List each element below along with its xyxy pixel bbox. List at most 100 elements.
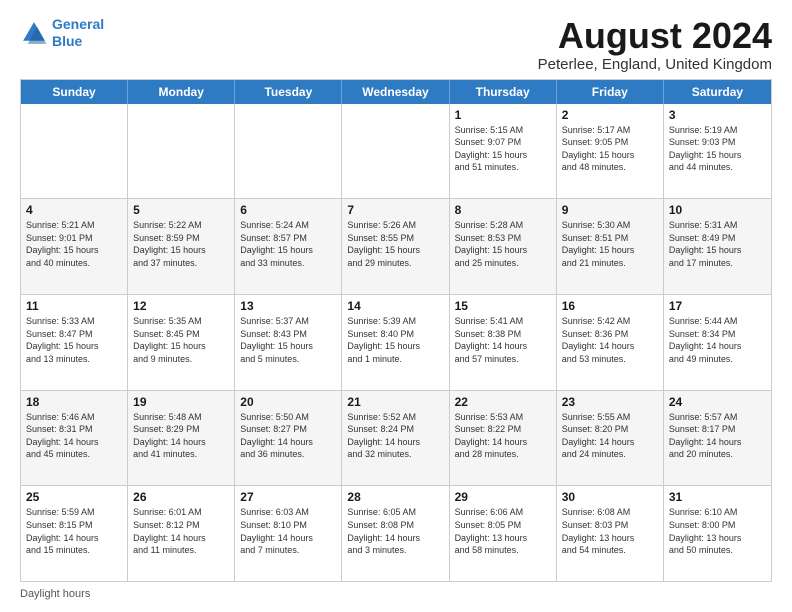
cal-cell — [21, 104, 128, 199]
cell-info: Sunrise: 5:35 AM Sunset: 8:45 PM Dayligh… — [133, 315, 229, 365]
cell-info: Sunrise: 5:19 AM Sunset: 9:03 PM Dayligh… — [669, 124, 766, 174]
cell-info: Sunrise: 5:26 AM Sunset: 8:55 PM Dayligh… — [347, 219, 443, 269]
day-number: 29 — [455, 490, 551, 504]
cal-cell: 19 Sunrise: 5:48 AM Sunset: 8:29 PM Dayli… — [128, 391, 235, 486]
cal-cell: 5 Sunrise: 5:22 AM Sunset: 8:59 PM Daylig… — [128, 199, 235, 294]
footer-label: Daylight hours — [20, 588, 90, 600]
cal-cell: 9Sunrise: 5:30 AM Sunset: 8:51 PM Daylig… — [557, 199, 664, 294]
logo-text: General Blue — [52, 16, 104, 50]
week-row-2: 4Sunrise: 5:21 AM Sunset: 9:01 PM Daylig… — [21, 199, 771, 295]
logo: General Blue — [20, 16, 104, 50]
cell-info: Sunrise: 5:42 AM Sunset: 8:36 PM Dayligh… — [562, 315, 658, 365]
cal-cell: 31Sunrise: 6:10 AM Sunset: 8:00 PM Dayli… — [664, 486, 771, 581]
day-number: 26 — [133, 490, 229, 504]
header-day-friday: Friday — [557, 80, 664, 104]
cal-cell: 8 Sunrise: 5:28 AM Sunset: 8:53 PM Daylig… — [450, 199, 557, 294]
header-day-thursday: Thursday — [450, 80, 557, 104]
week-row-4: 18Sunrise: 5:46 AM Sunset: 8:31 PM Dayli… — [21, 391, 771, 487]
cell-info: Sunrise: 5:57 AM Sunset: 8:17 PM Dayligh… — [669, 411, 766, 461]
header-day-wednesday: Wednesday — [342, 80, 449, 104]
day-number: 31 — [669, 490, 766, 504]
day-number: 1 — [455, 108, 551, 122]
day-number: 17 — [669, 299, 766, 313]
day-number: 16 — [562, 299, 658, 313]
week-row-1: 1 Sunrise: 5:15 AM Sunset: 9:07 PM Daylig… — [21, 104, 771, 200]
cell-info: Sunrise: 5:52 AM Sunset: 8:24 PM Dayligh… — [347, 411, 443, 461]
cal-cell: 13 Sunrise: 5:37 AM Sunset: 8:43 PM Dayli… — [235, 295, 342, 390]
cal-cell: 14Sunrise: 5:39 AM Sunset: 8:40 PM Dayli… — [342, 295, 449, 390]
week-row-5: 25Sunrise: 5:59 AM Sunset: 8:15 PM Dayli… — [21, 486, 771, 581]
cell-info: Sunrise: 5:55 AM Sunset: 8:20 PM Dayligh… — [562, 411, 658, 461]
cal-cell: 2 Sunrise: 5:17 AM Sunset: 9:05 PM Daylig… — [557, 104, 664, 199]
day-number: 7 — [347, 203, 443, 217]
cal-cell: 11 Sunrise: 5:33 AM Sunset: 8:47 PM Dayli… — [21, 295, 128, 390]
cell-info: Sunrise: 5:28 AM Sunset: 8:53 PM Dayligh… — [455, 219, 551, 269]
day-number: 15 — [455, 299, 551, 313]
cal-cell: 3 Sunrise: 5:19 AM Sunset: 9:03 PM Daylig… — [664, 104, 771, 199]
cal-cell: 7 Sunrise: 5:26 AM Sunset: 8:55 PM Daylig… — [342, 199, 449, 294]
day-number: 3 — [669, 108, 766, 122]
cell-info: Sunrise: 5:46 AM Sunset: 8:31 PM Dayligh… — [26, 411, 122, 461]
cell-info: Sunrise: 6:05 AM Sunset: 8:08 PM Dayligh… — [347, 506, 443, 556]
day-number: 11 — [26, 299, 122, 313]
day-number: 8 — [455, 203, 551, 217]
day-number: 5 — [133, 203, 229, 217]
cell-info: Sunrise: 6:08 AM Sunset: 8:03 PM Dayligh… — [562, 506, 658, 556]
cell-info: Sunrise: 6:03 AM Sunset: 8:10 PM Dayligh… — [240, 506, 336, 556]
week-row-3: 11 Sunrise: 5:33 AM Sunset: 8:47 PM Dayli… — [21, 295, 771, 391]
cell-info: Sunrise: 5:41 AM Sunset: 8:38 PM Dayligh… — [455, 315, 551, 365]
cal-cell: 26 Sunrise: 6:01 AM Sunset: 8:12 PM Dayli… — [128, 486, 235, 581]
cell-info: Sunrise: 5:48 AM Sunset: 8:29 PM Dayligh… — [133, 411, 229, 461]
cell-info: Sunrise: 5:22 AM Sunset: 8:59 PM Dayligh… — [133, 219, 229, 269]
day-number: 10 — [669, 203, 766, 217]
header-day-tuesday: Tuesday — [235, 80, 342, 104]
cell-info: Sunrise: 5:17 AM Sunset: 9:05 PM Dayligh… — [562, 124, 658, 174]
cell-info: Sunrise: 5:33 AM Sunset: 8:47 PM Dayligh… — [26, 315, 122, 365]
cal-cell: 20 Sunrise: 5:50 AM Sunset: 8:27 PM Dayli… — [235, 391, 342, 486]
cell-info: Sunrise: 5:37 AM Sunset: 8:43 PM Dayligh… — [240, 315, 336, 365]
cell-info: Sunrise: 6:01 AM Sunset: 8:12 PM Dayligh… — [133, 506, 229, 556]
cal-cell: 15 Sunrise: 5:41 AM Sunset: 8:38 PM Dayli… — [450, 295, 557, 390]
cal-cell: 30Sunrise: 6:08 AM Sunset: 8:03 PM Dayli… — [557, 486, 664, 581]
cell-info: Sunrise: 5:31 AM Sunset: 8:49 PM Dayligh… — [669, 219, 766, 269]
header-day-monday: Monday — [128, 80, 235, 104]
cell-info: Sunrise: 6:06 AM Sunset: 8:05 PM Dayligh… — [455, 506, 551, 556]
cell-info: Sunrise: 5:44 AM Sunset: 8:34 PM Dayligh… — [669, 315, 766, 365]
cal-cell: 10 Sunrise: 5:31 AM Sunset: 8:49 PM Dayli… — [664, 199, 771, 294]
day-number: 27 — [240, 490, 336, 504]
cal-cell — [235, 104, 342, 199]
day-number: 9 — [562, 203, 658, 217]
cal-cell — [342, 104, 449, 199]
title-block: August 2024 Peterlee, England, United Ki… — [538, 16, 772, 73]
day-number: 28 — [347, 490, 443, 504]
cal-cell — [128, 104, 235, 199]
day-number: 25 — [26, 490, 122, 504]
day-number: 12 — [133, 299, 229, 313]
header: General Blue August 2024 Peterlee, Engla… — [20, 16, 772, 73]
cell-info: Sunrise: 5:53 AM Sunset: 8:22 PM Dayligh… — [455, 411, 551, 461]
day-number: 19 — [133, 395, 229, 409]
cal-cell: 18Sunrise: 5:46 AM Sunset: 8:31 PM Dayli… — [21, 391, 128, 486]
cal-cell: 21 Sunrise: 5:52 AM Sunset: 8:24 PM Dayli… — [342, 391, 449, 486]
cal-cell: 29 Sunrise: 6:06 AM Sunset: 8:05 PM Dayli… — [450, 486, 557, 581]
day-number: 21 — [347, 395, 443, 409]
day-number: 2 — [562, 108, 658, 122]
month-title: August 2024 — [538, 16, 772, 56]
cell-info: Sunrise: 5:15 AM Sunset: 9:07 PM Dayligh… — [455, 124, 551, 174]
page: General Blue August 2024 Peterlee, Engla… — [0, 0, 792, 612]
cell-info: Sunrise: 5:24 AM Sunset: 8:57 PM Dayligh… — [240, 219, 336, 269]
cell-info: Sunrise: 5:21 AM Sunset: 9:01 PM Dayligh… — [26, 219, 122, 269]
cal-cell: 1 Sunrise: 5:15 AM Sunset: 9:07 PM Daylig… — [450, 104, 557, 199]
calendar-header: SundayMondayTuesdayWednesdayThursdayFrid… — [21, 80, 771, 104]
cell-info: Sunrise: 5:50 AM Sunset: 8:27 PM Dayligh… — [240, 411, 336, 461]
day-number: 20 — [240, 395, 336, 409]
day-number: 23 — [562, 395, 658, 409]
cal-cell: 28 Sunrise: 6:05 AM Sunset: 8:08 PM Dayli… — [342, 486, 449, 581]
cal-cell: 4Sunrise: 5:21 AM Sunset: 9:01 PM Daylig… — [21, 199, 128, 294]
cell-info: Sunrise: 5:39 AM Sunset: 8:40 PM Dayligh… — [347, 315, 443, 365]
location: Peterlee, England, United Kingdom — [538, 56, 772, 73]
cal-cell: 12 Sunrise: 5:35 AM Sunset: 8:45 PM Dayli… — [128, 295, 235, 390]
day-number: 13 — [240, 299, 336, 313]
header-day-sunday: Sunday — [21, 80, 128, 104]
day-number: 22 — [455, 395, 551, 409]
